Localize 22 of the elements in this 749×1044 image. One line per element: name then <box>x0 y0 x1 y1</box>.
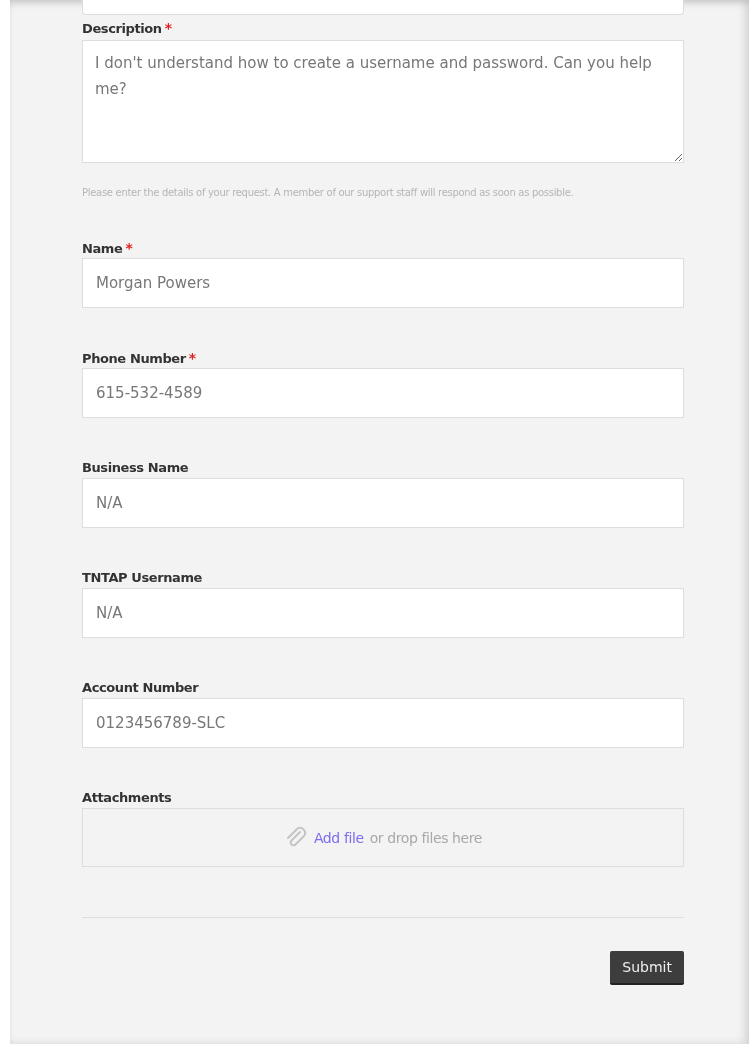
input-field[interactable]: 615-532-4589 <box>82 368 684 418</box>
input-field[interactable]: Morgan Powers <box>82 258 684 308</box>
file-drop-zone[interactable]: Add file or drop files here <box>82 808 684 867</box>
field-label: Description <box>82 21 162 36</box>
field-label: Name <box>82 241 123 256</box>
input-field[interactable] <box>82 0 684 15</box>
input-field[interactable]: N/A <box>82 588 684 638</box>
field-label: Phone Number <box>82 351 186 366</box>
required-mark: * <box>125 240 133 256</box>
field-label: TNTAP Username <box>82 570 203 585</box>
input-field[interactable]: 0123456789-SLC <box>82 698 684 748</box>
field-label: Business Name <box>82 460 189 475</box>
drop-hint: or drop files here <box>369 829 483 846</box>
required-mark: * <box>164 20 172 36</box>
field-label: Account Number <box>82 680 199 695</box>
add-file-link[interactable]: Add file <box>313 829 364 846</box>
input-field[interactable]: N/A <box>82 478 684 528</box>
help-text: Please enter the details of your request. A member of our support staff will respond as soon as possible. <box>82 187 575 198</box>
required-mark: * <box>188 350 197 366</box>
description-field[interactable]: I don't understand how to create a username and password. Can you help me? <box>82 40 684 163</box>
field-label: Attachments <box>82 790 172 805</box>
submit-button[interactable]: Submit <box>610 951 684 985</box>
